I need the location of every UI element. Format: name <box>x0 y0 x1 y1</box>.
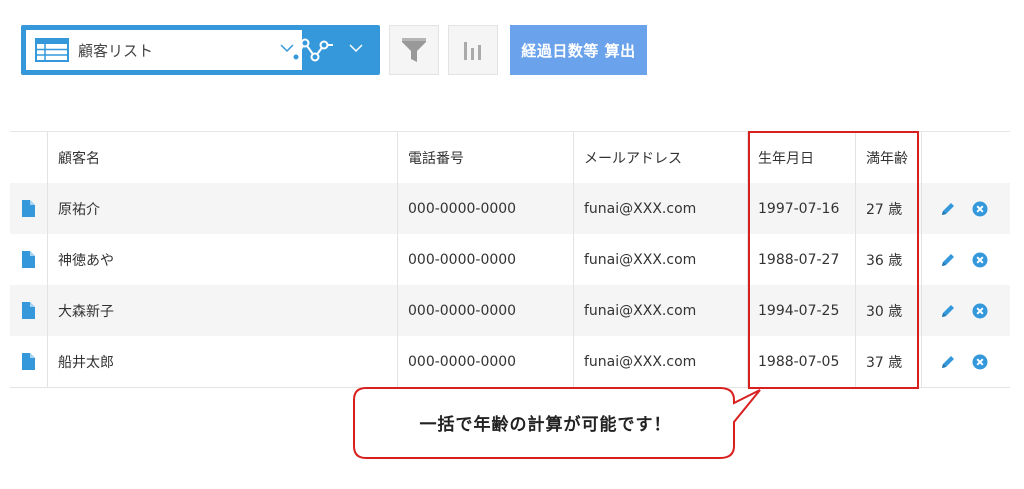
table-row[interactable]: 神徳あや 000-0000-0000 funai@XXX.com 1988-07… <box>10 234 1010 285</box>
view-name: 顧客リスト <box>78 41 154 60</box>
close-circle-icon[interactable] <box>972 201 988 217</box>
bar-chart-icon <box>464 42 481 60</box>
record-cell[interactable] <box>10 336 47 387</box>
record-cell[interactable] <box>10 285 47 336</box>
chart-button[interactable] <box>448 25 498 75</box>
header-phone[interactable]: 電話番号 <box>397 132 573 183</box>
email-cell: funai@XXX.com <box>573 183 747 234</box>
customer-name-cell: 船井太郎 <box>47 336 397 387</box>
table-row[interactable]: 大森新子 000-0000-0000 funai@XXX.com 1994-07… <box>10 285 1010 336</box>
pencil-icon[interactable] <box>940 201 956 217</box>
header-age[interactable]: 満年齢 <box>855 132 921 183</box>
birthdate-cell: 1997-07-16 <box>747 183 855 234</box>
row-actions <box>921 183 1010 234</box>
header-blank <box>10 132 47 183</box>
pencil-icon[interactable] <box>940 354 956 370</box>
close-circle-icon[interactable] <box>972 303 988 319</box>
header-customer-name[interactable]: 顧客名 <box>47 132 397 183</box>
phone-cell: 000-0000-0000 <box>397 234 573 285</box>
birthdate-cell: 1994-07-25 <box>747 285 855 336</box>
customer-name-cell: 神徳あや <box>47 234 397 285</box>
header-birthdate[interactable]: 生年月日 <box>747 132 855 183</box>
table-row[interactable]: 原祐介 000-0000-0000 funai@XXX.com 1997-07-… <box>10 183 1010 234</box>
age-cell: 30 歳 <box>855 285 921 336</box>
customer-name-cell: 大森新子 <box>47 285 397 336</box>
view-dropdown[interactable]: 顧客リスト <box>26 30 302 70</box>
table-list-icon <box>35 38 69 62</box>
callout-text: 一括で年齢の計算が可能です！ <box>419 414 672 435</box>
funnel-icon <box>402 38 426 62</box>
customer-table: 顧客名 電話番号 メールアドレス 生年月日 満年齢 原祐介 000-0000-0… <box>10 131 1010 388</box>
phone-cell: 000-0000-0000 <box>397 285 573 336</box>
document-icon[interactable] <box>22 200 35 217</box>
birthdate-cell: 1988-07-05 <box>747 336 855 387</box>
header-email[interactable]: メールアドレス <box>573 132 747 183</box>
graph-icon[interactable] <box>291 35 337 65</box>
close-circle-icon[interactable] <box>972 252 988 268</box>
email-cell: funai@XXX.com <box>573 285 747 336</box>
pencil-icon[interactable] <box>940 252 956 268</box>
pencil-icon[interactable] <box>940 303 956 319</box>
email-cell: funai@XXX.com <box>573 336 747 387</box>
record-cell[interactable] <box>10 183 47 234</box>
table-header: 顧客名 電話番号 メールアドレス 生年月日 満年齢 <box>10 131 1010 183</box>
row-actions <box>921 285 1010 336</box>
phone-cell: 000-0000-0000 <box>397 336 573 387</box>
calc-elapsed-days-button[interactable]: 経過日数等 算出 <box>510 25 647 75</box>
email-cell: funai@XXX.com <box>573 234 747 285</box>
row-actions <box>921 234 1010 285</box>
document-icon[interactable] <box>22 353 35 370</box>
document-icon[interactable] <box>22 302 35 319</box>
customer-name-cell: 原祐介 <box>47 183 397 234</box>
age-cell: 36 歳 <box>855 234 921 285</box>
age-cell: 27 歳 <box>855 183 921 234</box>
close-circle-icon[interactable] <box>972 354 988 370</box>
header-actions <box>921 132 1010 183</box>
record-cell[interactable] <box>10 234 47 285</box>
table-row[interactable]: 船井太郎 000-0000-0000 funai@XXX.com 1988-07… <box>10 336 1010 387</box>
birthdate-cell: 1988-07-27 <box>747 234 855 285</box>
view-selector[interactable]: 顧客リスト <box>21 25 380 75</box>
row-actions <box>921 336 1010 387</box>
phone-cell: 000-0000-0000 <box>397 183 573 234</box>
document-icon[interactable] <box>22 251 35 268</box>
graph-chevron-down-icon[interactable] <box>349 43 363 53</box>
age-cell: 37 歳 <box>855 336 921 387</box>
filter-button[interactable] <box>389 25 439 75</box>
